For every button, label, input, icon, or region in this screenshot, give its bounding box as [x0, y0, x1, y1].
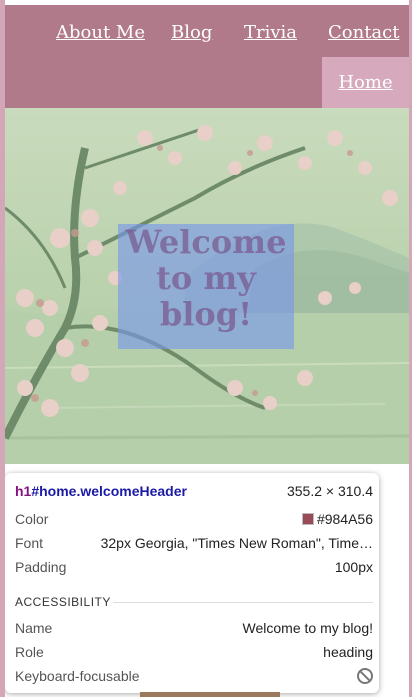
color-label: Color	[15, 511, 49, 527]
font-row: Font 32px Georgia, "Times New Roman", Ti…	[15, 535, 373, 551]
nav-link-about[interactable]: About Me	[56, 22, 145, 43]
color-value: #984A56	[301, 511, 373, 527]
page-viewport: About Me Blog Trivia Contact Home Welcom…	[5, 0, 409, 697]
nav-link-contact[interactable]: Contact	[328, 22, 399, 43]
accessibility-divider	[113, 602, 373, 603]
role-row: Role heading	[15, 644, 373, 660]
nav-link-trivia[interactable]: Trivia	[244, 22, 297, 43]
site-nav: About Me Blog Trivia Contact Home	[5, 5, 409, 108]
name-value: Welcome to my blog!	[242, 620, 373, 636]
role-label: Role	[15, 644, 44, 660]
hero-section: Welcome to my blog!	[5, 108, 409, 464]
nav-home-active: Home	[322, 57, 409, 108]
keyboard-label: Keyboard-focusable	[15, 668, 140, 684]
padding-value: 100px	[334, 559, 373, 575]
color-row: Color #984A56	[15, 511, 373, 527]
tooltip-header: h1#home.welcomeHeader 355.2 × 310.4	[15, 483, 373, 499]
name-row: Name Welcome to my blog!	[15, 620, 373, 636]
name-label: Name	[15, 620, 53, 636]
font-label: Font	[15, 535, 44, 551]
element-size: 355.2 × 310.4	[286, 483, 373, 499]
font-value: 32px Georgia, "Times New Roman", Time…	[100, 535, 373, 551]
not-focusable-icon	[357, 668, 373, 684]
accessibility-heading: ACCESSIBILITY	[15, 595, 111, 609]
padding-row: Padding 100px	[15, 559, 373, 575]
devtools-inspect-tooltip: h1#home.welcomeHeader 355.2 × 310.4 Colo…	[5, 473, 379, 693]
color-value-text: #984A56	[316, 511, 373, 527]
selector-id-class: #home.welcomeHeader	[31, 483, 187, 499]
element-selector: h1#home.welcomeHeader	[15, 483, 187, 499]
welcome-heading: Welcome to my blog!	[125, 223, 287, 333]
nav-link-blog[interactable]: Blog	[171, 22, 212, 43]
content-peek	[140, 692, 280, 697]
padding-label: Padding	[15, 559, 67, 575]
nav-link-home[interactable]: Home	[322, 57, 409, 108]
color-swatch-icon	[301, 513, 314, 525]
keyboard-row: Keyboard-focusable	[15, 668, 373, 684]
selector-tag: h1	[15, 483, 32, 499]
role-value: heading	[323, 644, 373, 660]
